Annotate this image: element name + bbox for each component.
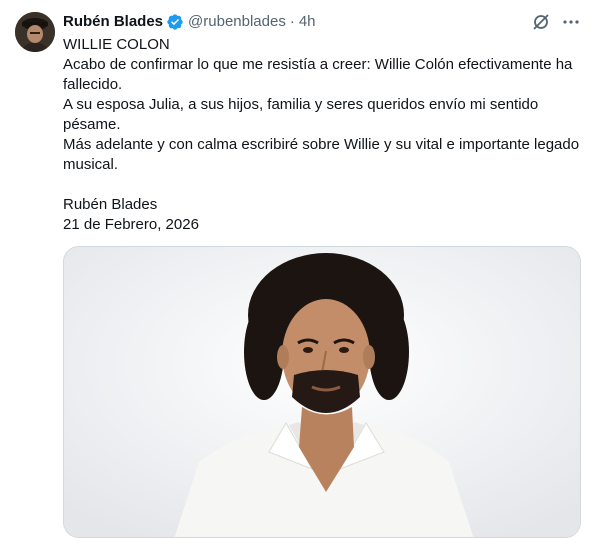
- separator-dot: ·: [289, 13, 295, 30]
- tweet-line: Acabo de confirmar lo que me resistía a …: [63, 56, 573, 93]
- author-name[interactable]: Rubén Blades: [63, 12, 163, 32]
- author-handle[interactable]: @rubenblades: [188, 12, 286, 32]
- tweet-signature: Rubén Blades: [63, 196, 158, 213]
- grok-icon[interactable]: [531, 12, 551, 32]
- tweet: Rubén Blades @rubenblades · 4h WILLIE CO…: [0, 0, 595, 545]
- author-avatar[interactable]: [15, 12, 55, 52]
- tweet-timestamp[interactable]: 4h: [299, 12, 316, 32]
- more-icon[interactable]: [561, 12, 581, 32]
- tweet-line-title: WILLIE COLON: [63, 36, 170, 53]
- verified-badge-icon[interactable]: [166, 13, 184, 31]
- avatar-image: [15, 12, 55, 52]
- tweet-line: A su esposa Julia, a sus hijos, familia …: [63, 96, 539, 133]
- tweet-actions: [531, 12, 581, 32]
- tweet-header: Rubén Blades @rubenblades · 4h: [63, 12, 316, 32]
- tweet-date: 21 de Febrero, 2026: [63, 216, 199, 233]
- tweet-line: Más adelante y con calma escribiré sobre…: [63, 136, 580, 173]
- portrait-image: [64, 247, 580, 537]
- tweet-text: WILLIE COLON Acabo de confirmar lo que m…: [63, 35, 581, 235]
- tweet-photo[interactable]: [63, 246, 581, 538]
